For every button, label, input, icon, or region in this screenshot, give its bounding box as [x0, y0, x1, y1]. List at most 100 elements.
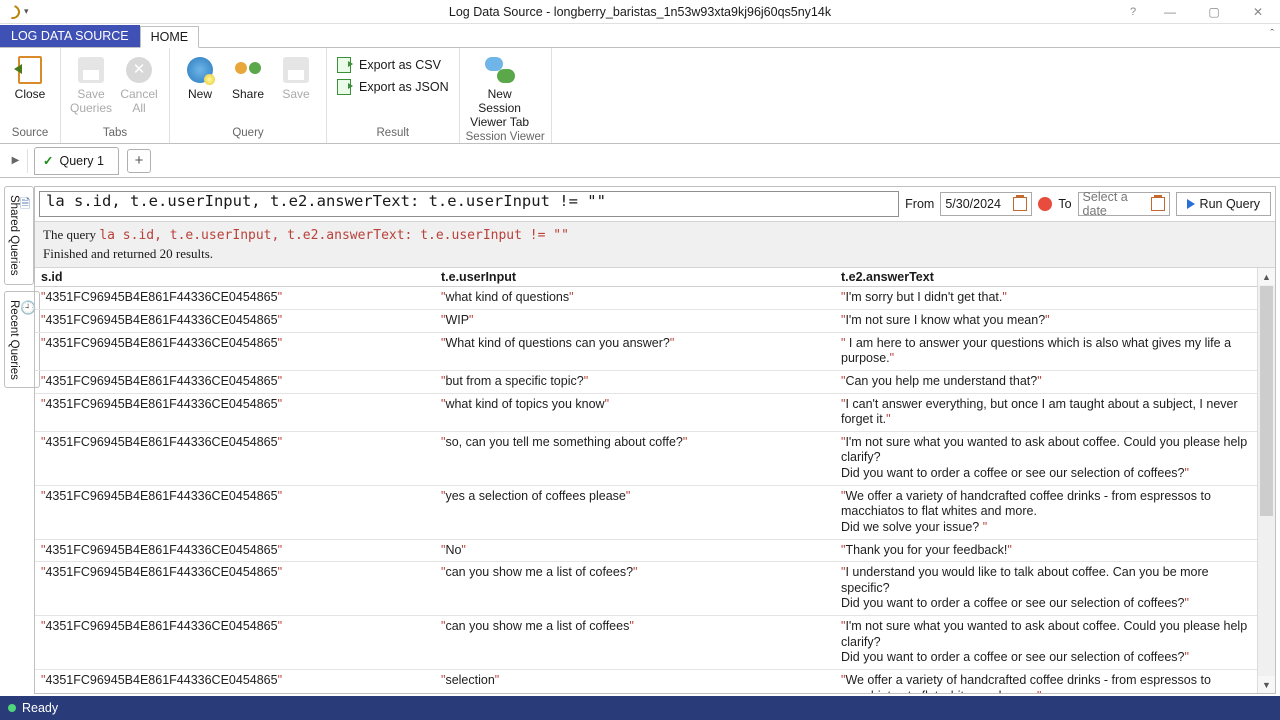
collapse-ribbon-icon[interactable]: ˆ [1270, 28, 1274, 40]
export-json-button[interactable]: Export as JSON [333, 76, 453, 98]
save-icon [78, 57, 104, 83]
export-csv-label: Export as CSV [359, 58, 441, 72]
group-label-tabs: Tabs [67, 125, 163, 143]
add-query-tab-button[interactable]: + [127, 149, 151, 173]
cell-userinput: "WIP" [435, 310, 835, 333]
play-icon [1187, 199, 1195, 209]
expand-sidebar-button[interactable]: ▶ [4, 149, 28, 173]
cancel-all-label: Cancel All [120, 88, 157, 116]
new-session-label: New Session Viewer Tab [466, 88, 534, 129]
calendar-icon [1151, 197, 1164, 211]
query-status-block: The query la s.id, t.e.userInput, t.e2.a… [35, 221, 1275, 268]
new-query-button[interactable]: New [176, 52, 224, 125]
table-row[interactable]: "4351FC96945B4E861F44336CE0454865""WIP""… [35, 310, 1257, 333]
title-bar: ▾ Log Data Source - longberry_baristas_1… [0, 0, 1280, 24]
cell-userinput: "selection" [435, 669, 835, 693]
cell-sid: "4351FC96945B4E861F44336CE0454865" [35, 485, 435, 539]
table-row[interactable]: "4351FC96945B4E861F44336CE0454865""but f… [35, 370, 1257, 393]
results-grid: s.id t.e.userInput t.e2.answerText "4351… [35, 268, 1275, 693]
vertical-scrollbar[interactable]: ▲ ▼ [1257, 268, 1275, 693]
cell-sid: "4351FC96945B4E861F44336CE0454865" [35, 616, 435, 670]
query-tab-strip: ▶ ✓ Query 1 + [0, 144, 1280, 178]
to-date-input[interactable]: Select a date [1078, 192, 1170, 216]
app-icon [3, 2, 22, 21]
col-header-answertext[interactable]: t.e2.answerText [835, 268, 1257, 287]
new-session-viewer-button[interactable]: New Session Viewer Tab [466, 52, 534, 129]
cell-sid: "4351FC96945B4E861F44336CE0454865" [35, 310, 435, 333]
table-row[interactable]: "4351FC96945B4E861F44336CE0454865""selec… [35, 669, 1257, 693]
main-area: la s.id, t.e.userInput, t.e2.answerText:… [34, 186, 1276, 694]
export-csv-button[interactable]: Export as CSV [333, 54, 453, 76]
maximize-button[interactable]: ▢ [1192, 0, 1236, 24]
cell-sid: "4351FC96945B4E861F44336CE0454865" [35, 562, 435, 616]
cell-answertext: "We offer a variety of handcrafted coffe… [835, 485, 1257, 539]
cell-answertext: "We offer a variety of handcrafted coffe… [835, 669, 1257, 693]
ribbon-tab-strip: LOG DATA SOURCE HOME ˆ [0, 24, 1280, 48]
run-query-button[interactable]: Run Query [1176, 192, 1271, 216]
ribbon-group-source: Close Source [0, 48, 61, 143]
qat-dropdown-icon[interactable]: ▾ [24, 6, 29, 17]
cell-sid: "4351FC96945B4E861F44336CE0454865" [35, 370, 435, 393]
table-row[interactable]: "4351FC96945B4E861F44336CE0454865""what … [35, 393, 1257, 431]
cell-userinput: "yes a selection of coffees please" [435, 485, 835, 539]
save-queries-button[interactable]: Save Queries [67, 52, 115, 125]
cell-userinput: "What kind of questions can you answer?" [435, 332, 835, 370]
col-header-userinput[interactable]: t.e.userInput [435, 268, 835, 287]
cell-answertext: "I'm not sure what you wanted to ask abo… [835, 616, 1257, 670]
ribbon-group-query: New Share Save Query [170, 48, 327, 143]
help-button[interactable]: ? [1118, 0, 1148, 24]
close-label: Close [15, 88, 46, 102]
ribbon: Close Source Save Queries ✕ Cancel All T… [0, 48, 1280, 144]
scroll-thumb[interactable] [1260, 286, 1273, 516]
cell-userinput: "No" [435, 539, 835, 562]
session-icon [485, 57, 515, 83]
table-row[interactable]: "4351FC96945B4E861F44336CE0454865""can y… [35, 562, 1257, 616]
save-label: Save [282, 88, 309, 102]
cell-userinput: "what kind of questions" [435, 287, 835, 310]
share-icon [233, 58, 263, 82]
scroll-down-icon[interactable]: ▼ [1258, 676, 1275, 693]
shared-queries-tab[interactable]: 🗎 Shared Queries [4, 186, 34, 285]
cell-sid: "4351FC96945B4E861F44336CE0454865" [35, 539, 435, 562]
table-row[interactable]: "4351FC96945B4E861F44336CE0454865""what … [35, 287, 1257, 310]
status-prefix: The query [43, 227, 99, 242]
status-query-echo: la s.id, t.e.userInput, t.e2.answerText:… [99, 228, 569, 243]
table-row[interactable]: "4351FC96945B4E861F44336CE0454865""No""T… [35, 539, 1257, 562]
from-label: From [905, 197, 934, 211]
tab-log-data-source[interactable]: LOG DATA SOURCE [0, 25, 140, 47]
close-button[interactable]: Close [6, 52, 54, 125]
close-icon [18, 56, 42, 84]
results-header-row: s.id t.e.userInput t.e2.answerText [35, 268, 1257, 287]
cell-sid: "4351FC96945B4E861F44336CE0454865" [35, 431, 435, 485]
share-button[interactable]: Share [224, 52, 272, 125]
stop-button[interactable] [1038, 197, 1052, 211]
status-bar: Ready [0, 696, 1280, 720]
query-input[interactable]: la s.id, t.e.userInput, t.e2.answerText:… [39, 191, 899, 217]
table-row[interactable]: "4351FC96945B4E861F44336CE0454865""What … [35, 332, 1257, 370]
col-header-sid[interactable]: s.id [35, 268, 435, 287]
query-tab-1[interactable]: ✓ Query 1 [34, 147, 119, 175]
scroll-up-icon[interactable]: ▲ [1258, 268, 1275, 285]
status-finished: Finished and returned 20 results. [43, 245, 1267, 263]
group-label-source: Source [6, 125, 54, 143]
table-row[interactable]: "4351FC96945B4E861F44336CE0454865""so, c… [35, 431, 1257, 485]
tab-home[interactable]: HOME [140, 26, 200, 48]
from-date-input[interactable]: 5/30/2024 [940, 192, 1032, 216]
ribbon-group-tabs: Save Queries ✕ Cancel All Tabs [61, 48, 170, 143]
ribbon-group-session-viewer: New Session Viewer Tab Session Viewer [460, 48, 552, 143]
table-row[interactable]: "4351FC96945B4E861F44336CE0454865""yes a… [35, 485, 1257, 539]
recent-queries-label: Recent Queries [8, 300, 20, 380]
minimize-button[interactable]: — [1148, 0, 1192, 24]
table-row[interactable]: "4351FC96945B4E861F44336CE0454865""can y… [35, 616, 1257, 670]
close-window-button[interactable]: ✕ [1236, 0, 1280, 24]
cell-sid: "4351FC96945B4E861F44336CE0454865" [35, 393, 435, 431]
save-query-button[interactable]: Save [272, 52, 320, 125]
cancel-all-button[interactable]: ✕ Cancel All [115, 52, 163, 125]
calendar-icon [1013, 197, 1027, 211]
export-csv-icon [337, 57, 351, 73]
status-text: Ready [22, 701, 58, 715]
cell-userinput: "can you show me a list of cofees?" [435, 562, 835, 616]
from-date-value: 5/30/2024 [945, 197, 1001, 211]
cell-sid: "4351FC96945B4E861F44336CE0454865" [35, 287, 435, 310]
shared-queries-label: Shared Queries [8, 195, 20, 276]
